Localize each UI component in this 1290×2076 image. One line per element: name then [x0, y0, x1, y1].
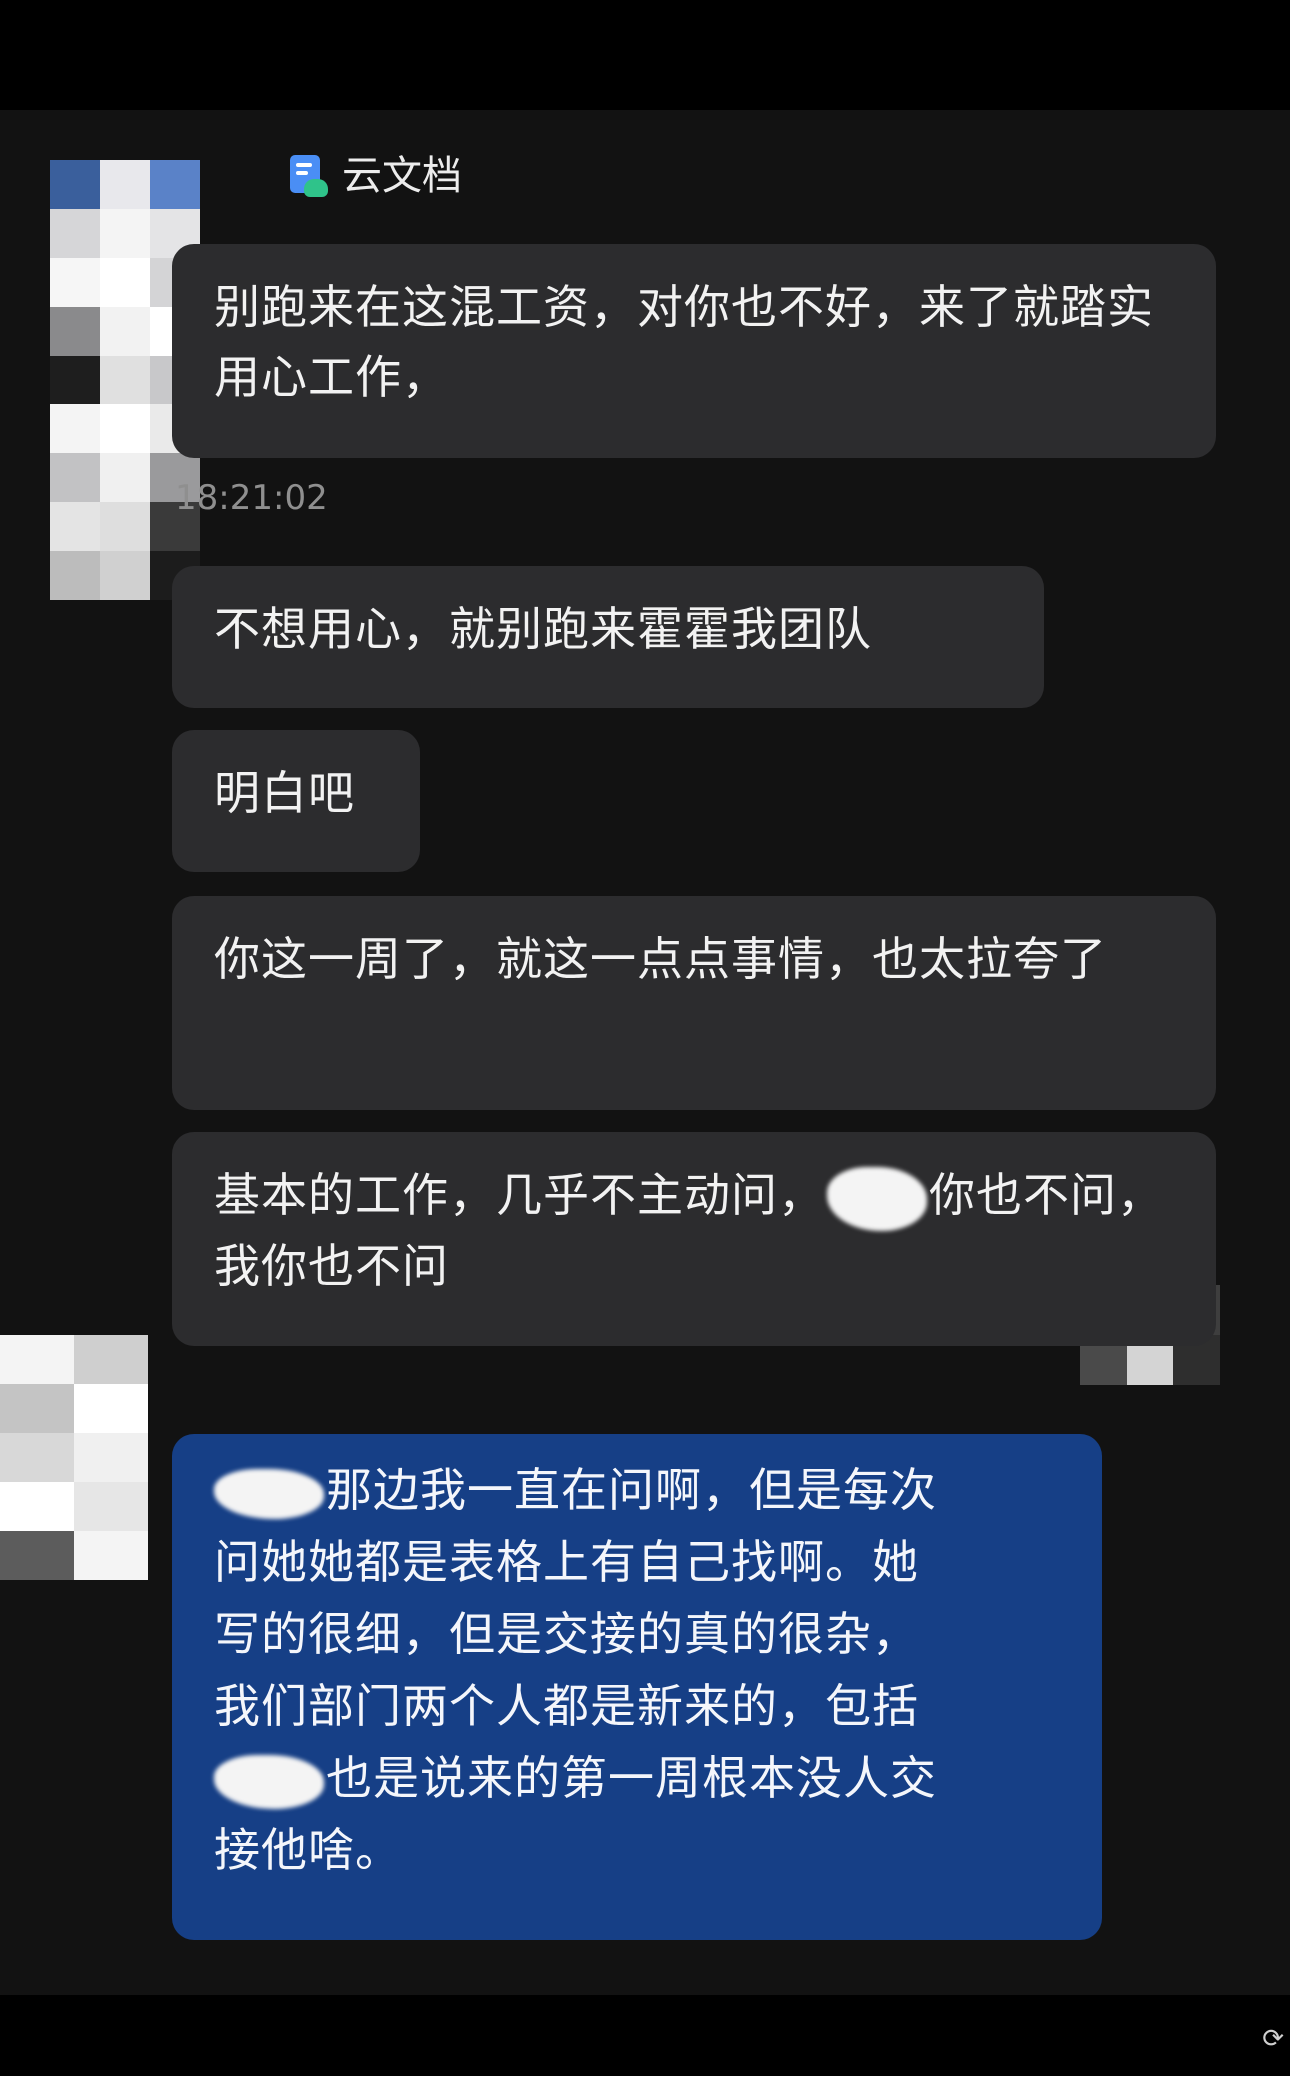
mosaic-pixel: [0, 1531, 74, 1580]
mosaic-pixel: [0, 1335, 74, 1384]
mosaic-pixel: [50, 306, 100, 356]
mosaic-pixel: [150, 160, 200, 209]
mosaic-pixel: [74, 1531, 148, 1580]
self-avatar-pixelated[interactable]: [0, 1335, 148, 1580]
incoming-message[interactable]: 你这一周了，就这一点点事情，也太拉夸了: [172, 896, 1216, 1110]
message-text: 别跑来在这混工资，对你也不好，来了就踏实用心工作，: [214, 280, 1154, 404]
incoming-message[interactable]: 别跑来在这混工资，对你也不好，来了就踏实用心工作，: [172, 244, 1216, 458]
mosaic-pixel: [100, 160, 150, 209]
mosaic-pixel: [50, 551, 100, 600]
edge-glyph: ⟳: [1262, 2024, 1284, 2054]
cloud-doc-icon: [288, 153, 328, 199]
mosaic-pixel: [50, 208, 100, 258]
mosaic-pixel: [100, 355, 150, 405]
mosaic-pixel: [100, 306, 150, 356]
bottom-bar: [0, 1995, 1290, 2076]
mosaic-pixel: [100, 453, 150, 503]
mosaic-pixel: [74, 1482, 148, 1531]
message-line: 问她她都是表格上有自己找啊。她: [214, 1535, 919, 1589]
redaction-mark: [214, 1754, 324, 1809]
incoming-message[interactable]: 基本的工作，几乎不主动问， 你也不问，我你也不问: [172, 1132, 1216, 1346]
mosaic-pixel: [100, 257, 150, 307]
message-line: 那边我一直在问啊，但是每次: [326, 1463, 937, 1517]
redaction-mark: [214, 1468, 324, 1519]
incoming-message[interactable]: 不想用心，就别跑来霍霍我团队: [172, 566, 1044, 708]
mosaic-pixel: [0, 1384, 74, 1433]
doc-title: 云文档: [342, 153, 462, 199]
mosaic-pixel: [74, 1335, 148, 1384]
mosaic-pixel: [50, 355, 100, 405]
message-line: 也是说来的第一周根本没人交: [326, 1751, 937, 1805]
mosaic-pixel: [0, 1433, 74, 1482]
outgoing-message[interactable]: 那边我一直在问啊，但是每次 问她她都是表格上有自己找啊。她 写的很细，但是交接的…: [172, 1434, 1102, 1940]
message-text-part1: 基本的工作，几乎不主动问，: [214, 1168, 825, 1222]
mosaic-pixel: [100, 551, 150, 600]
message-text: 明白吧: [214, 766, 355, 820]
mosaic-pixel: [74, 1433, 148, 1482]
mosaic-pixel: [100, 208, 150, 258]
mosaic-pixel: [0, 1482, 74, 1531]
mosaic-pixel: [100, 502, 150, 552]
mosaic-pixel: [50, 257, 100, 307]
cloud-doc-link[interactable]: 云文档: [288, 152, 462, 200]
mosaic-pixel: [50, 502, 100, 552]
message-line: 接他啥。: [214, 1823, 402, 1877]
message-timestamp: 18:21:02: [175, 478, 328, 518]
message-text: 你这一周了，就这一点点事情，也太拉夸了: [214, 932, 1107, 986]
mosaic-pixel: [100, 404, 150, 454]
message-text: 不想用心，就别跑来霍霍我团队: [214, 602, 872, 656]
message-line: 写的很细，但是交接的真的很杂，: [214, 1607, 919, 1661]
mosaic-pixel: [50, 404, 100, 454]
mosaic-pixel: [74, 1384, 148, 1433]
mosaic-pixel: [50, 160, 100, 209]
incoming-message[interactable]: 明白吧: [172, 730, 420, 872]
redaction-mark: [827, 1166, 927, 1231]
message-line: 我们部门两个人都是新来的，包括: [214, 1679, 919, 1733]
mosaic-pixel: [50, 453, 100, 503]
